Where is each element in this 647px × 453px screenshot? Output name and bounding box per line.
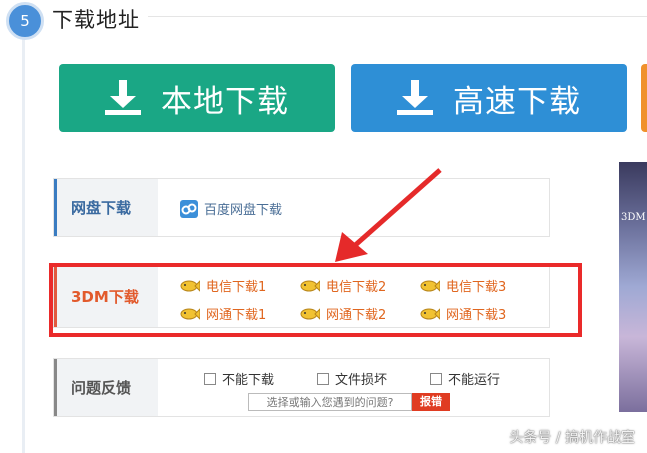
mirror-link-netcom-2[interactable]: 网通下载2: [300, 304, 386, 323]
divider: [148, 16, 647, 17]
checkbox[interactable]: [430, 372, 442, 385]
fast-download-button[interactable]: 高速下载: [351, 64, 627, 132]
local-download-label: 本地下载: [161, 83, 289, 120]
baidu-netdisk-link[interactable]: 百度网盘下载: [180, 199, 282, 218]
download-icon: [397, 80, 433, 115]
download-icon: [105, 80, 141, 115]
fish-icon: [180, 279, 200, 292]
fish-icon: [300, 307, 320, 320]
mirror-link-label: 电信下载3: [446, 280, 507, 295]
checkbox[interactable]: [317, 372, 329, 385]
section-title: 下载地址: [52, 8, 140, 32]
mirror-link-netcom-1[interactable]: 网通下载1: [180, 304, 266, 323]
mirror-link-label: 网通下载3: [446, 308, 507, 323]
netdisk-row: 网盘下载 百度网盘下载: [53, 178, 550, 237]
option-label: 文件损坏: [335, 373, 388, 388]
fish-icon: [420, 279, 440, 292]
banner-text: 3DM: [621, 212, 646, 223]
game-banner-image[interactable]: 3DM: [619, 162, 647, 412]
baidu-cloud-icon: [180, 199, 198, 218]
mirror-link-label: 电信下载1: [206, 280, 267, 295]
fish-icon: [180, 307, 200, 320]
mirror-link-label: 网通下载1: [206, 308, 267, 323]
mirror-row: 3DM下载 电信下载1 电信下载2 电信下载3 网通下载1 网通下载2 网通下载…: [53, 265, 550, 328]
option-label: 不能下载: [222, 373, 275, 388]
baidu-netdisk-label: 百度网盘下载: [204, 203, 283, 218]
local-download-button[interactable]: 本地下载: [59, 64, 335, 132]
mirror-link-label: 网通下载2: [326, 308, 387, 323]
report-button[interactable]: 报错: [412, 393, 450, 411]
fish-icon: [300, 279, 320, 292]
feedback-label: 问题反馈: [54, 359, 158, 416]
mirror-link-telecom-3[interactable]: 电信下载3: [420, 276, 506, 295]
step-badge: 5: [6, 2, 44, 40]
watermark: 头条号 / 搞机作战室: [509, 430, 635, 446]
fish-icon: [420, 307, 440, 320]
left-rail: [22, 28, 25, 453]
option-label: 不能运行: [448, 373, 501, 388]
option-file-damaged[interactable]: 文件损坏: [317, 369, 387, 388]
feedback-row: 问题反馈 不能下载 文件损坏 不能运行 选择或输入您遇到的问题? 报错: [53, 358, 550, 417]
third-download-button[interactable]: [641, 64, 647, 132]
option-cannot-run[interactable]: 不能运行: [430, 369, 500, 388]
mirror-label: 3DM下载: [54, 266, 158, 327]
option-cannot-download[interactable]: 不能下载: [204, 369, 274, 388]
mirror-link-netcom-3[interactable]: 网通下载3: [420, 304, 506, 323]
fast-download-label: 高速下载: [453, 83, 581, 120]
netdisk-label: 网盘下载: [54, 179, 158, 236]
mirror-link-label: 电信下载2: [326, 280, 387, 295]
mirror-link-telecom-1[interactable]: 电信下载1: [180, 276, 266, 295]
mirror-link-telecom-2[interactable]: 电信下载2: [300, 276, 386, 295]
checkbox[interactable]: [204, 372, 216, 385]
problem-input[interactable]: 选择或输入您遇到的问题?: [248, 393, 412, 411]
